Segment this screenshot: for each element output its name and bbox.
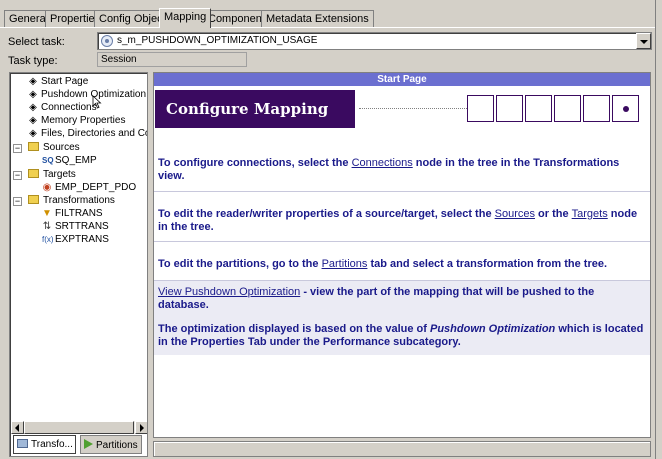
tab-partitions[interactable]: Partitions xyxy=(80,435,142,454)
connections-link[interactable]: Connections xyxy=(352,157,413,169)
tree-item-srttrans[interactable]: ⇅ SRTTRANS xyxy=(42,221,109,234)
pushdown-note: The optimization displayed is based on t… xyxy=(158,323,644,348)
tree-item-memory-properties[interactable]: ◈ Memory Properties xyxy=(28,115,125,128)
scroll-right-icon[interactable] xyxy=(135,421,147,434)
partitions-section: To edit the partitions, go to the Partit… xyxy=(158,258,608,270)
start-page-header: Start Page xyxy=(154,73,650,86)
collapse-transformations-toggle[interactable]: − xyxy=(13,197,22,206)
section-divider xyxy=(154,241,650,242)
tree-item-exptrans[interactable]: f(x)EXPTRANS xyxy=(42,234,109,247)
current-step-dot-icon xyxy=(623,106,629,112)
pushdown-section: View Pushdown Optimization - view the pa… xyxy=(154,281,650,355)
filter-icon: ▼ xyxy=(42,208,52,219)
tree-item-connections[interactable]: ◈ Connections xyxy=(28,102,96,115)
diamond-icon: ◈ xyxy=(29,115,37,126)
navigation-tree[interactable]: ◈ Start Page ◈ Pushdown Optimization ◈ Conn… xyxy=(9,72,148,457)
diamond-icon: ◈ xyxy=(29,89,37,100)
configure-banner: Configure Mapping xyxy=(154,90,650,130)
tree-item-sources[interactable]: Sources xyxy=(28,142,80,155)
folder-icon xyxy=(28,142,39,151)
window-right-edge xyxy=(655,0,662,459)
diamond-icon: ◈ xyxy=(29,76,37,87)
select-task-value: s_m_PUSHDOWN_OPTIMIZATION_USAGE xyxy=(117,35,318,46)
sources-link[interactable]: Sources xyxy=(495,208,535,220)
sorter-icon: ⇅ xyxy=(42,221,52,232)
folder-icon xyxy=(28,195,39,204)
diamond-icon: ◈ xyxy=(29,128,37,139)
reader-writer-section: To edit the reader/writer properties of … xyxy=(158,208,638,233)
wizard-step-1 xyxy=(467,95,494,122)
task-type-field: Session xyxy=(97,52,247,67)
wizard-step-6 xyxy=(612,95,639,122)
partitions-link[interactable]: Partitions xyxy=(322,258,368,270)
collapse-targets-toggle[interactable]: − xyxy=(13,171,22,180)
tree-item-targets[interactable]: Targets xyxy=(28,169,76,182)
tab-bar: General Properties Config Object Mapping… xyxy=(0,0,662,28)
wizard-step-4 xyxy=(554,95,581,122)
wizard-step-5 xyxy=(583,95,610,122)
select-task-label: Select task: xyxy=(8,36,65,48)
tab-transformations[interactable]: Transfo... xyxy=(13,435,76,454)
targets-link[interactable]: Targets xyxy=(572,208,608,220)
source-qualifier-icon: SQ xyxy=(42,156,54,165)
tree-item-pushdown-optimization[interactable]: ◈ Pushdown Optimization xyxy=(28,89,146,102)
start-page-panel: Start Page Configure Mapping To configur… xyxy=(153,72,651,438)
chevron-down-icon[interactable] xyxy=(636,33,651,49)
banner-dotted-line xyxy=(359,108,467,109)
status-area xyxy=(153,441,651,457)
tab-mapping[interactable]: Mapping xyxy=(159,8,212,28)
partitions-tab-icon xyxy=(84,439,93,449)
tree-item-start-page[interactable]: ◈ Start Page xyxy=(28,76,88,89)
scroll-left-icon[interactable] xyxy=(11,421,24,434)
tab-metadata-extensions[interactable]: Metadata Extensions xyxy=(261,10,374,27)
tree-item-sq-emp[interactable]: SQSQ_EMP xyxy=(42,155,97,168)
tree-item-emp-dept-pdo[interactable]: ◉ EMP_DEPT_PDO xyxy=(42,182,137,195)
tree-item-files-directories[interactable]: ◈Files, Directories and Commands xyxy=(28,128,147,141)
connections-section: To configure connections, select the Con… xyxy=(158,157,620,182)
scrollbar-thumb[interactable] xyxy=(24,421,134,434)
wizard-step-3 xyxy=(525,95,552,122)
collapse-sources-toggle[interactable]: − xyxy=(13,144,22,153)
target-icon: ◉ xyxy=(42,182,52,193)
diamond-icon: ◈ xyxy=(29,102,37,113)
view-pushdown-optimization-link[interactable]: View Pushdown Optimization xyxy=(158,286,300,298)
task-type-label: Task type: xyxy=(8,55,58,67)
tree-item-transformations[interactable]: Transformations xyxy=(28,195,115,208)
tree-horizontal-scrollbar[interactable] xyxy=(11,421,147,434)
wizard-step-2 xyxy=(496,95,523,122)
pushdown-line: View Pushdown Optimization - view the pa… xyxy=(158,286,595,311)
session-task-icon xyxy=(101,35,113,47)
folder-icon xyxy=(28,169,39,178)
tab-bar-divider xyxy=(0,27,662,28)
mouse-pointer-icon xyxy=(92,95,102,109)
section-divider xyxy=(154,191,650,192)
expression-icon: f(x) xyxy=(42,235,54,244)
transformations-tab-icon xyxy=(17,439,28,448)
tree-item-filtrans[interactable]: ▼ FILTRANS xyxy=(42,208,103,221)
select-task-dropdown[interactable]: s_m_PUSHDOWN_OPTIMIZATION_USAGE xyxy=(97,32,652,50)
banner-title: Configure Mapping xyxy=(155,90,355,128)
